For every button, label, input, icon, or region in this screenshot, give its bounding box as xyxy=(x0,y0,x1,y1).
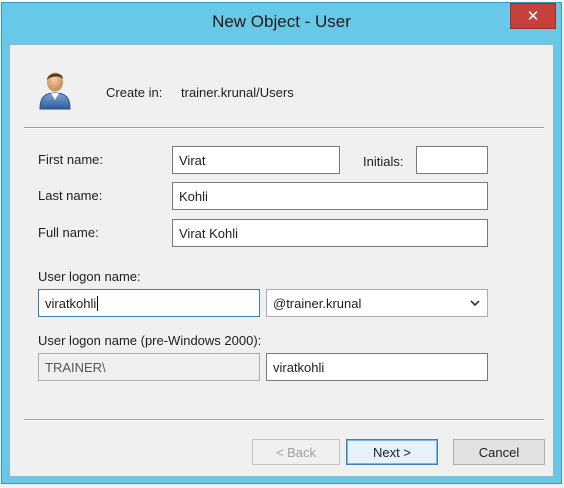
separator-top xyxy=(24,127,544,129)
last-name-value: Kohli xyxy=(179,188,208,204)
dialog-body: Create in: trainer.krunal/Users First na… xyxy=(9,44,554,477)
logon-name-value: viratkohli xyxy=(45,295,97,311)
first-name-field[interactable]: Virat xyxy=(172,146,340,174)
chevron-down-icon xyxy=(469,297,481,309)
full-name-label: Full name: xyxy=(38,225,99,240)
pre2000-logon-field[interactable]: viratkohli xyxy=(266,353,488,381)
title-bar[interactable]: New Object - User ✕ xyxy=(2,3,561,43)
initials-label: Initials: xyxy=(363,154,404,169)
dialog-title: New Object - User xyxy=(212,12,351,31)
create-in-path: trainer.krunal/Users xyxy=(181,85,294,100)
pre2000-logon-value: viratkohli xyxy=(273,359,325,375)
close-button[interactable]: ✕ xyxy=(510,3,556,29)
user-icon xyxy=(35,67,75,111)
full-name-value: Virat Kohli xyxy=(179,225,239,241)
cancel-button[interactable]: Cancel xyxy=(453,439,545,465)
back-button[interactable]: < Back xyxy=(252,439,340,465)
full-name-field[interactable]: Virat Kohli xyxy=(172,219,488,247)
first-name-value: Virat xyxy=(179,152,206,168)
separator-bottom xyxy=(24,419,544,421)
first-name-label: First name: xyxy=(38,152,104,167)
last-name-label: Last name: xyxy=(38,188,103,203)
last-name-field[interactable]: Kohli xyxy=(172,182,488,210)
dialog-window: New Object - User ✕ Create in: trainer.k… xyxy=(1,2,562,484)
text-caret xyxy=(97,295,99,311)
logon-name-field[interactable]: viratkohli xyxy=(38,289,260,317)
create-in-label: Create in: xyxy=(106,85,163,100)
next-button[interactable]: Next > xyxy=(346,439,438,465)
logon-name-label: User logon name: xyxy=(38,269,141,284)
pre2000-domain-value: TRAINER\ xyxy=(45,359,106,375)
pre2000-label: User logon name (pre-Windows 2000): xyxy=(38,333,262,348)
logon-domain-select[interactable]: @trainer.krunal xyxy=(266,289,488,317)
pre2000-domain-field: TRAINER\ xyxy=(38,353,260,381)
logon-domain-value: @trainer.krunal xyxy=(273,295,362,311)
close-icon: ✕ xyxy=(526,7,540,25)
initials-field[interactable] xyxy=(416,146,488,174)
